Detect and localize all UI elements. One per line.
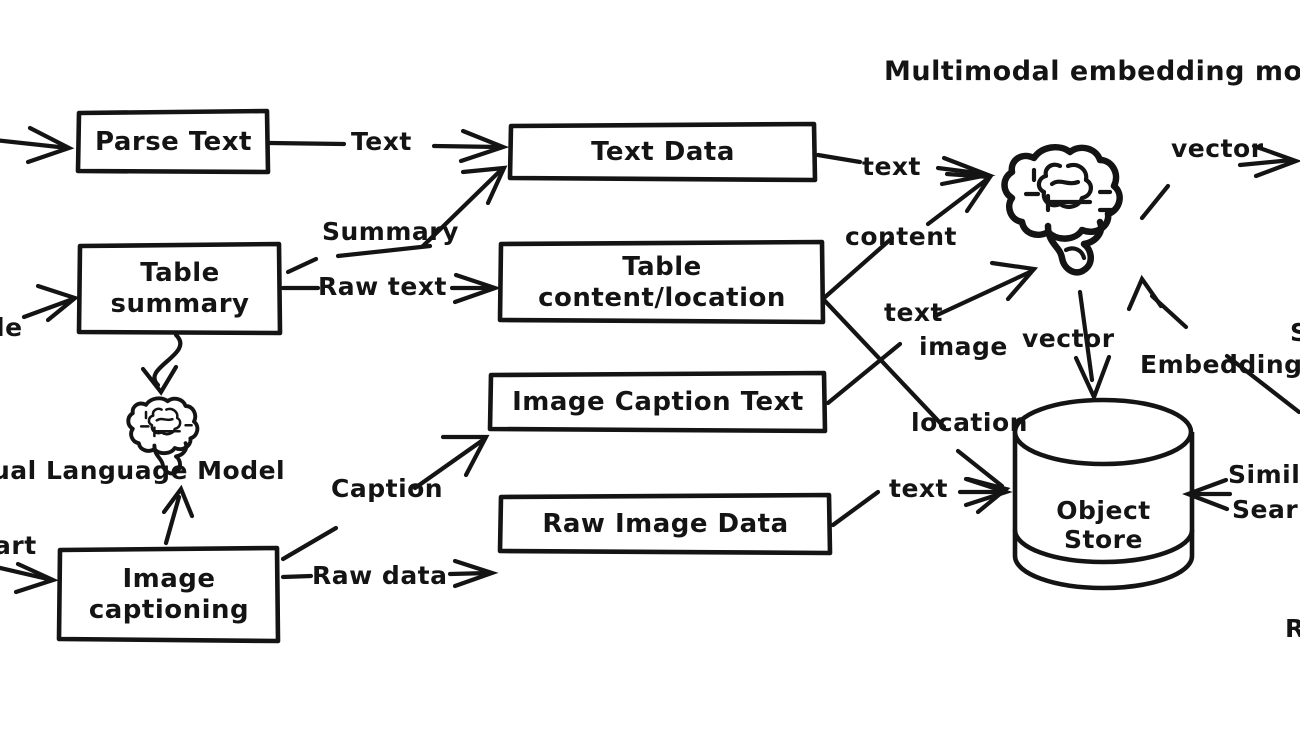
edge-label-brain-content: content [845,222,957,251]
edge-label-raw-data: Raw data [312,561,448,590]
brain-icon [1001,143,1123,276]
box-label-table-summary-line2: summary [110,289,250,319]
edge-label-store-text: text [889,474,948,503]
edge-label-embedding: Embedding [1140,350,1300,379]
object-store-line2: Store [1064,525,1143,554]
edge-label-text: Text [351,127,412,156]
edge-image-captioning-to-vlm [161,484,195,546]
vlm-caption-label: ual Language Model [0,456,286,485]
clipped-label-right-s: S [1290,318,1300,347]
edge-label-summary: Summary [322,217,459,246]
box-label-table-summary-line1: Table [140,258,220,289]
edge-similarity-search-to-store [1182,477,1233,512]
object-store-label: Object Store [1041,487,1166,563]
box-label-table-summary: Table summary [80,245,280,333]
box-label-image-caption-text: Image Caption Text [512,387,804,418]
edge-label-brain-text: text [862,152,921,181]
box-label-image-captioning: Image captioning [60,549,278,641]
edge-label-vector-out: vector [1171,134,1264,163]
clipped-label-search: Sear [1232,495,1299,524]
edge-embedding-to-brain [1126,274,1300,415]
diagram-title: Multimodal embedding model [884,56,1300,87]
edge-label-brain-image: image [919,332,1008,361]
clipped-label-table: le [0,313,23,342]
edge-label-brain-text2: text [884,298,943,327]
clipped-label-similarity: Simila [1228,460,1300,489]
diagram-canvas: .ln{stroke:#141414;stroke-width:4.2;fill… [0,0,1300,731]
clipped-label-right-r: R [1285,614,1300,643]
box-label-text-data: Text Data [591,137,735,168]
arrow-into-image-captioning [0,561,59,595]
edge-table-summary-to-vlm [140,332,183,396]
box-label-table-content-line2: content/location [538,282,786,313]
arrow-into-table-summary [21,283,80,323]
box-label-table-content-line1: Table [622,251,702,282]
box-label-table-content-location: Table content/location [501,243,823,322]
edge-label-store-location: location [911,408,1028,437]
box-label-parse-text: Parse Text [94,126,252,157]
object-store-line1: Object [1056,495,1151,525]
box-label-raw-image-data: Raw Image Data [542,509,789,540]
edge-label-caption: Caption [331,474,444,503]
box-label-image-captioning-line1: Image [122,564,216,595]
edge-label-store-vector: vector [1022,324,1115,353]
edge-label-raw-text: Raw text [318,272,447,301]
box-label-image-captioning-line2: captioning [88,595,250,625]
clipped-label-chart: art [0,531,37,560]
arrow-into-parse-text [0,125,75,165]
